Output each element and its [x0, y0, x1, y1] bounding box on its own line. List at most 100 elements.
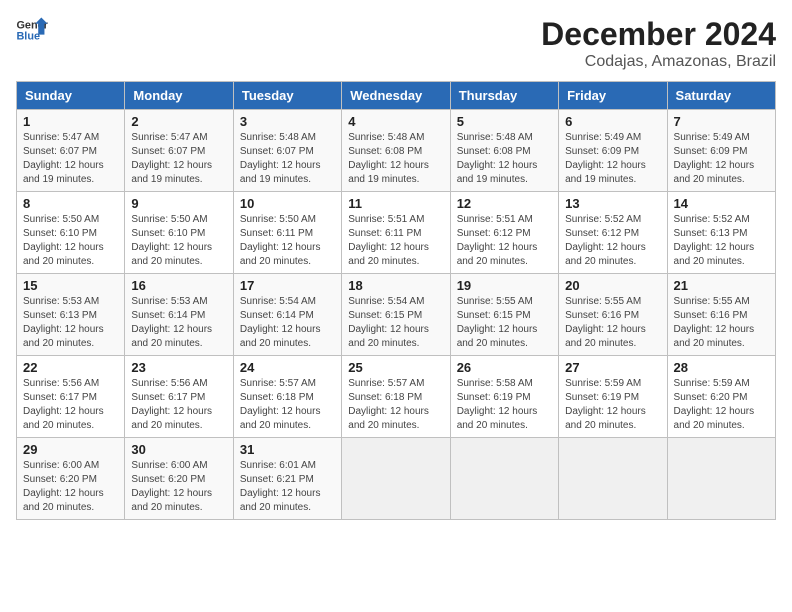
weekday-saturday: Saturday	[667, 82, 775, 110]
calendar-cell: 31 Sunrise: 6:01 AM Sunset: 6:21 PM Dayli…	[233, 438, 341, 520]
header: General Blue December 2024 Codajas, Amaz…	[16, 16, 776, 71]
calendar-cell: 14 Sunrise: 5:52 AM Sunset: 6:13 PM Dayli…	[667, 192, 775, 274]
day-number: 12	[457, 196, 552, 211]
day-number: 31	[240, 442, 335, 457]
calendar-cell: 12Sunrise: 5:51 AM Sunset: 6:12 PM Dayli…	[450, 192, 558, 274]
day-number: 11	[348, 196, 443, 211]
calendar-cell: 30 Sunrise: 6:00 AM Sunset: 6:20 PM Dayli…	[125, 438, 233, 520]
weekday-tuesday: Tuesday	[233, 82, 341, 110]
day-number: 28	[674, 360, 769, 375]
calendar-cell: 7Sunrise: 5:49 AM Sunset: 6:09 PM Daylig…	[667, 110, 775, 192]
weekday-friday: Friday	[559, 82, 667, 110]
calendar-cell	[667, 438, 775, 520]
day-info: Sunrise: 5:54 AM Sunset: 6:15 PM Dayligh…	[348, 295, 443, 351]
week-row-3: 15Sunrise: 5:53 AM Sunset: 6:13 PM Dayli…	[17, 274, 776, 356]
day-info: Sunrise: 5:47 AM Sunset: 6:07 PM Dayligh…	[23, 131, 118, 187]
day-info: Sunrise: 5:50 AM Sunset: 6:11 PM Dayligh…	[240, 213, 335, 269]
calendar-cell: 23 Sunrise: 5:56 AM Sunset: 6:17 PM Dayli…	[125, 356, 233, 438]
day-number: 30	[131, 442, 226, 457]
calendar-cell: 1 Sunrise: 5:47 AM Sunset: 6:07 PM Daylig…	[17, 110, 125, 192]
day-number: 18	[348, 278, 443, 293]
day-number: 21	[674, 278, 769, 293]
day-number: 13	[565, 196, 660, 211]
day-info: Sunrise: 5:57 AM Sunset: 6:18 PM Dayligh…	[348, 377, 443, 433]
day-info: Sunrise: 5:55 AM Sunset: 6:15 PM Dayligh…	[457, 295, 552, 351]
svg-text:Blue: Blue	[16, 30, 40, 42]
calendar-table: SundayMondayTuesdayWednesdayThursdayFrid…	[16, 81, 776, 520]
day-number: 10	[240, 196, 335, 211]
day-info: Sunrise: 5:52 AM Sunset: 6:13 PM Dayligh…	[674, 213, 769, 269]
day-number: 27	[565, 360, 660, 375]
day-info: Sunrise: 5:48 AM Sunset: 6:08 PM Dayligh…	[348, 131, 443, 187]
page-title: December 2024	[541, 16, 776, 53]
day-info: Sunrise: 5:56 AM Sunset: 6:17 PM Dayligh…	[131, 377, 226, 433]
day-info: Sunrise: 5:57 AM Sunset: 6:18 PM Dayligh…	[240, 377, 335, 433]
week-row-2: 8 Sunrise: 5:50 AM Sunset: 6:10 PM Daylig…	[17, 192, 776, 274]
calendar-cell	[450, 438, 558, 520]
day-info: Sunrise: 5:49 AM Sunset: 6:09 PM Dayligh…	[565, 131, 660, 187]
calendar-cell: 29 Sunrise: 6:00 AM Sunset: 6:20 PM Dayli…	[17, 438, 125, 520]
day-info: Sunrise: 5:50 AM Sunset: 6:10 PM Dayligh…	[23, 213, 118, 269]
calendar-cell: 11 Sunrise: 5:51 AM Sunset: 6:11 PM Dayli…	[342, 192, 450, 274]
calendar-body: 1 Sunrise: 5:47 AM Sunset: 6:07 PM Daylig…	[17, 110, 776, 520]
day-number: 2	[131, 114, 226, 129]
day-number: 4	[348, 114, 443, 129]
day-number: 14	[674, 196, 769, 211]
day-info: Sunrise: 5:48 AM Sunset: 6:07 PM Dayligh…	[240, 131, 335, 187]
calendar-cell: 2 Sunrise: 5:47 AM Sunset: 6:07 PM Daylig…	[125, 110, 233, 192]
day-info: Sunrise: 5:55 AM Sunset: 6:16 PM Dayligh…	[565, 295, 660, 351]
calendar-cell	[342, 438, 450, 520]
calendar-cell: 27Sunrise: 5:59 AM Sunset: 6:19 PM Dayli…	[559, 356, 667, 438]
calendar-cell: 25 Sunrise: 5:57 AM Sunset: 6:18 PM Dayli…	[342, 356, 450, 438]
calendar-cell: 4 Sunrise: 5:48 AM Sunset: 6:08 PM Daylig…	[342, 110, 450, 192]
day-info: Sunrise: 5:56 AM Sunset: 6:17 PM Dayligh…	[23, 377, 118, 433]
day-info: Sunrise: 5:58 AM Sunset: 6:19 PM Dayligh…	[457, 377, 552, 433]
day-info: Sunrise: 6:00 AM Sunset: 6:20 PM Dayligh…	[131, 459, 226, 515]
day-info: Sunrise: 5:48 AM Sunset: 6:08 PM Dayligh…	[457, 131, 552, 187]
calendar-cell: 20 Sunrise: 5:55 AM Sunset: 6:16 PM Dayli…	[559, 274, 667, 356]
day-number: 22	[23, 360, 118, 375]
day-number: 1	[23, 114, 118, 129]
day-info: Sunrise: 6:01 AM Sunset: 6:21 PM Dayligh…	[240, 459, 335, 515]
calendar-cell: 18 Sunrise: 5:54 AM Sunset: 6:15 PM Dayli…	[342, 274, 450, 356]
title-area: December 2024 Codajas, Amazonas, Brazil	[541, 16, 776, 71]
page-subtitle: Codajas, Amazonas, Brazil	[541, 53, 776, 71]
calendar-cell: 19 Sunrise: 5:55 AM Sunset: 6:15 PM Dayli…	[450, 274, 558, 356]
day-number: 20	[565, 278, 660, 293]
day-number: 9	[131, 196, 226, 211]
calendar-cell: 24Sunrise: 5:57 AM Sunset: 6:18 PM Dayli…	[233, 356, 341, 438]
weekday-wednesday: Wednesday	[342, 82, 450, 110]
weekday-thursday: Thursday	[450, 82, 558, 110]
day-info: Sunrise: 5:52 AM Sunset: 6:12 PM Dayligh…	[565, 213, 660, 269]
day-number: 7	[674, 114, 769, 129]
week-row-1: 1 Sunrise: 5:47 AM Sunset: 6:07 PM Daylig…	[17, 110, 776, 192]
calendar-cell: 13 Sunrise: 5:52 AM Sunset: 6:12 PM Dayli…	[559, 192, 667, 274]
weekday-header-row: SundayMondayTuesdayWednesdayThursdayFrid…	[17, 82, 776, 110]
logo-icon: General Blue	[16, 16, 48, 44]
day-number: 25	[348, 360, 443, 375]
day-info: Sunrise: 5:47 AM Sunset: 6:07 PM Dayligh…	[131, 131, 226, 187]
calendar-cell: 3 Sunrise: 5:48 AM Sunset: 6:07 PM Daylig…	[233, 110, 341, 192]
week-row-5: 29 Sunrise: 6:00 AM Sunset: 6:20 PM Dayli…	[17, 438, 776, 520]
calendar-cell: 6 Sunrise: 5:49 AM Sunset: 6:09 PM Daylig…	[559, 110, 667, 192]
day-info: Sunrise: 5:50 AM Sunset: 6:10 PM Dayligh…	[131, 213, 226, 269]
day-number: 23	[131, 360, 226, 375]
day-info: Sunrise: 6:00 AM Sunset: 6:20 PM Dayligh…	[23, 459, 118, 515]
week-row-4: 22 Sunrise: 5:56 AM Sunset: 6:17 PM Dayli…	[17, 356, 776, 438]
weekday-monday: Monday	[125, 82, 233, 110]
calendar-cell: 9 Sunrise: 5:50 AM Sunset: 6:10 PM Daylig…	[125, 192, 233, 274]
day-info: Sunrise: 5:59 AM Sunset: 6:20 PM Dayligh…	[674, 377, 769, 433]
calendar-cell: 5Sunrise: 5:48 AM Sunset: 6:08 PM Daylig…	[450, 110, 558, 192]
day-number: 3	[240, 114, 335, 129]
day-info: Sunrise: 5:53 AM Sunset: 6:14 PM Dayligh…	[131, 295, 226, 351]
calendar-cell: 22 Sunrise: 5:56 AM Sunset: 6:17 PM Dayli…	[17, 356, 125, 438]
calendar-cell	[559, 438, 667, 520]
day-info: Sunrise: 5:51 AM Sunset: 6:11 PM Dayligh…	[348, 213, 443, 269]
day-number: 8	[23, 196, 118, 211]
day-number: 29	[23, 442, 118, 457]
calendar-cell: 10 Sunrise: 5:50 AM Sunset: 6:11 PM Dayli…	[233, 192, 341, 274]
calendar-cell: 28 Sunrise: 5:59 AM Sunset: 6:20 PM Dayli…	[667, 356, 775, 438]
day-number: 19	[457, 278, 552, 293]
day-number: 6	[565, 114, 660, 129]
calendar-cell: 16Sunrise: 5:53 AM Sunset: 6:14 PM Dayli…	[125, 274, 233, 356]
